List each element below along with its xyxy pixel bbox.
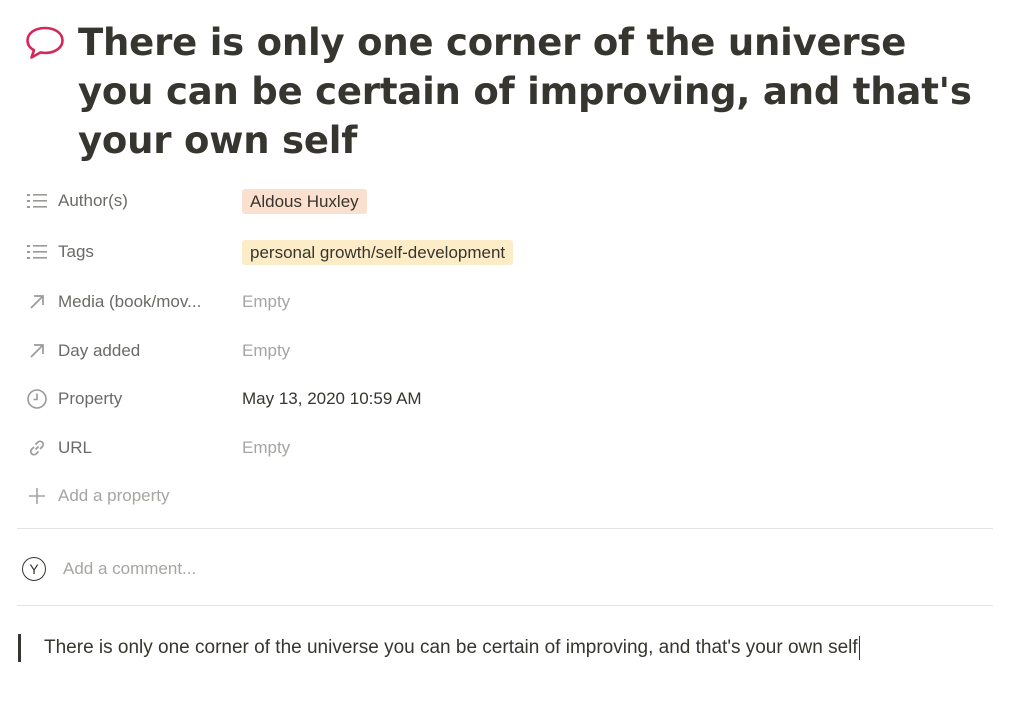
arrow-up-right-icon <box>24 340 50 362</box>
property-name: URL <box>58 438 93 457</box>
arrow-up-right-icon <box>24 291 50 313</box>
quote-block[interactable]: There is only one corner of the universe… <box>18 632 861 664</box>
property-row-created-time[interactable]: Property May 13, 2020 10:59 AM <box>18 382 998 416</box>
property-name: Property <box>58 389 123 408</box>
property-row-tags[interactable]: Tags personal growth/self-development <box>18 235 998 269</box>
property-name: Tags <box>58 242 94 261</box>
list-icon <box>24 241 50 263</box>
list-icon <box>24 190 50 212</box>
comment-input[interactable] <box>63 559 663 579</box>
divider <box>17 605 993 606</box>
divider <box>17 528 993 529</box>
property-value[interactable]: Empty <box>242 292 290 312</box>
property-row-media[interactable]: Media (book/mov... Empty <box>18 285 998 319</box>
page-title[interactable]: There is only one corner of the universe… <box>78 18 978 165</box>
quote-text-content: There is only one corner of the universe… <box>44 637 858 659</box>
property-value[interactable]: personal growth/self-development <box>242 239 514 265</box>
property-value[interactable]: Aldous Huxley <box>242 188 367 214</box>
property-value[interactable]: Empty <box>242 438 290 458</box>
property-name: Media (book/mov... <box>58 292 202 311</box>
speech-bubble-icon[interactable] <box>24 24 66 62</box>
clock-icon <box>24 388 50 410</box>
property-row-url[interactable]: URL Empty <box>18 431 998 465</box>
property-name: Day added <box>58 341 141 360</box>
avatar: Y <box>22 557 46 581</box>
quote-bar <box>18 634 21 662</box>
property-value[interactable]: Empty <box>242 341 290 361</box>
author-tag[interactable]: Aldous Huxley <box>242 188 367 214</box>
property-value[interactable]: May 13, 2020 10:59 AM <box>242 389 422 409</box>
link-icon <box>24 437 50 459</box>
notion-page: There is only one corner of the universe… <box>0 0 1024 710</box>
property-row-authors[interactable]: Author(s) Aldous Huxley <box>18 184 998 218</box>
comment-bar: Y <box>22 553 663 585</box>
text-cursor <box>858 636 861 660</box>
property-name: Author(s) <box>58 191 128 210</box>
add-property-button[interactable]: Add a property <box>18 479 998 513</box>
quote-text[interactable]: There is only one corner of the universe… <box>44 636 861 660</box>
property-row-day-added[interactable]: Day added Empty <box>18 334 998 368</box>
add-property-label: Add a property <box>58 486 170 505</box>
plus-icon <box>24 485 50 507</box>
tag-chip[interactable]: personal growth/self-development <box>242 239 514 265</box>
